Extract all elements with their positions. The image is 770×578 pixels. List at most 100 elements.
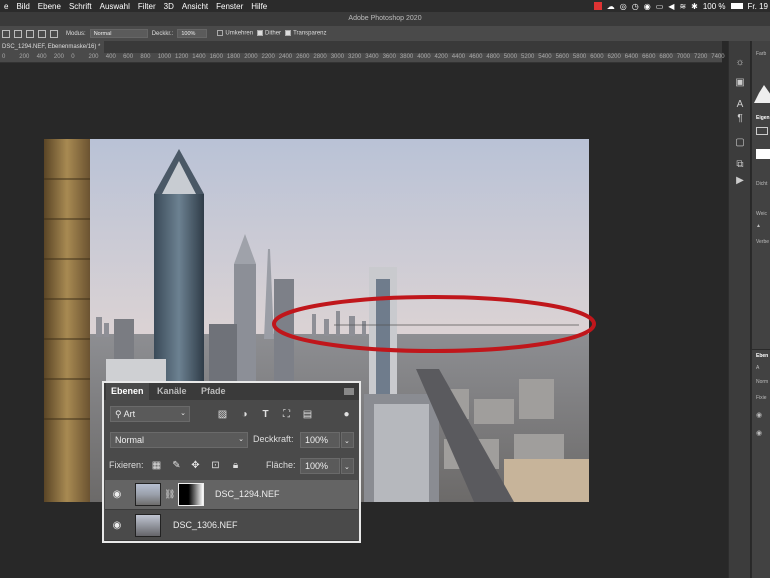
lock-transparent-pixels-icon[interactable]: ▦ xyxy=(150,459,163,472)
lock-artboard-icon[interactable]: ⊡ xyxy=(209,459,222,472)
blend-mode-select[interactable]: Normal ⌄ xyxy=(110,432,248,448)
feather-slider-handle[interactable]: ▲ xyxy=(756,223,761,229)
ruler-tick-label: 1600 xyxy=(209,54,223,60)
tab-channels[interactable]: Kanäle xyxy=(152,383,192,400)
menu-item-edit[interactable]: e xyxy=(0,2,12,11)
lock-all-icon[interactable]: 🔒︎ xyxy=(229,459,242,472)
ruler-tick-label: 600 xyxy=(123,54,134,60)
document-tab[interactable]: DSC_1294.NEF, Ebenenmaske/16) * xyxy=(0,41,105,53)
ruler-tick-label: 3200 xyxy=(348,54,362,60)
lock-position-icon[interactable]: ✥ xyxy=(189,459,202,472)
right-panel-dock: ☼ ▣ A ¶ ▢ ⧉ ▶ xyxy=(728,41,750,578)
character-icon[interactable]: A xyxy=(733,99,747,111)
panel-menu-icon[interactable] xyxy=(344,388,354,395)
speaker-icon[interactable]: ◀ xyxy=(668,2,674,11)
menu-item-type[interactable]: Schrift xyxy=(65,2,96,11)
swatches-icon[interactable]: ⧉ xyxy=(733,159,747,171)
menu-item-window[interactable]: Fenster xyxy=(212,2,247,11)
tab-layers[interactable]: Ebenen xyxy=(106,383,149,400)
gradient-reflected-icon[interactable] xyxy=(38,29,46,38)
eye-icon-mini-2[interactable]: ◉ xyxy=(756,429,762,437)
layer-mask-thumbnail[interactable] xyxy=(178,483,204,506)
transparency-option[interactable]: Transparenz xyxy=(285,30,327,37)
reverse-checkbox[interactable] xyxy=(217,30,224,37)
blend-mode-mini[interactable]: Norm xyxy=(756,379,768,385)
lock-image-pixels-icon[interactable]: ✎ xyxy=(170,459,183,472)
opacity-select[interactable]: 100% xyxy=(177,29,208,38)
layer-row-dsc-1306[interactable]: ◉ DSC_1306.NEF xyxy=(105,511,358,541)
cloud-icon[interactable]: ☁ xyxy=(607,2,615,11)
layer-filter-mini[interactable]: A xyxy=(756,365,759,371)
power-icon[interactable]: ◉ xyxy=(644,2,651,11)
wifi-icon[interactable]: ≋ xyxy=(679,2,686,11)
visibility-eye-icon[interactable]: ◉ xyxy=(111,489,123,501)
gradient-radial-icon[interactable] xyxy=(14,29,22,38)
fill-input[interactable]: 100% xyxy=(300,458,340,474)
pixel-layer-filter-icon[interactable]: ▨ xyxy=(216,408,229,421)
dither-checkbox[interactable] xyxy=(257,30,264,37)
type-layer-filter-icon[interactable]: T xyxy=(259,408,272,421)
mirror-icon[interactable]: ▭ xyxy=(656,2,664,11)
ruler-tick-label: 2800 xyxy=(313,54,327,60)
menu-item-filter[interactable]: Filter xyxy=(134,2,160,11)
ruler-tick-label: 7200 xyxy=(694,54,708,60)
layers-panel: Ebenen Kanäle Pfade ⚲ Art ⌄ ▨ ◑ T ⛶ ▤ ● … xyxy=(102,381,361,543)
opacity-label: Deckkraft: xyxy=(253,434,294,444)
ruler-tick-label: 4200 xyxy=(434,54,448,60)
ruler-tick-label: 5800 xyxy=(572,54,587,60)
cc-icon[interactable]: ◎ xyxy=(620,2,627,11)
chain-link-icon[interactable]: ⛓ xyxy=(164,489,175,500)
sun-icon[interactable]: ☼ xyxy=(733,57,747,69)
layer-filter-row: ⚲ Art ⌄ ▨ ◑ T ⛶ ▤ ● xyxy=(104,405,359,423)
menu-item-image[interactable]: Bild xyxy=(12,2,33,11)
ruler-tick-label: 200 xyxy=(19,54,30,60)
opacity-dropdown[interactable]: ⌄ xyxy=(341,432,354,448)
menu-item-select[interactable]: Auswahl xyxy=(96,2,134,11)
layer-row-dsc-1294[interactable]: ◉ ⛓ DSC_1294.NEF xyxy=(105,480,358,510)
layer-name[interactable]: DSC_1306.NEF xyxy=(173,520,238,530)
menubar-clock[interactable]: Fr. 19 xyxy=(748,2,768,11)
reverse-option[interactable]: Umkehren xyxy=(217,30,253,37)
opacity-input[interactable]: 100% xyxy=(300,432,340,448)
ruler-tick-label: 800 xyxy=(140,54,151,60)
mask-thumbnail-icon[interactable] xyxy=(756,127,768,135)
transparency-checkbox[interactable] xyxy=(285,30,292,37)
menu-item-layer[interactable]: Ebene xyxy=(34,2,65,11)
gradient-linear-icon[interactable] xyxy=(2,29,10,38)
mask-preview xyxy=(756,149,770,159)
mode-select[interactable]: Normal xyxy=(89,29,148,38)
paragraph-icon[interactable]: ¶ xyxy=(733,113,747,125)
gradient-angle-icon[interactable] xyxy=(26,29,34,38)
adjustments-icon[interactable]: ▣ xyxy=(733,77,747,89)
libraries-icon[interactable]: ▢ xyxy=(733,137,747,149)
shape-layer-filter-icon[interactable]: ⛶ xyxy=(280,408,293,421)
battery-icon[interactable] xyxy=(730,3,743,9)
fill-dropdown[interactable]: ⌄ xyxy=(341,458,354,474)
menu-item-3d[interactable]: 3D xyxy=(160,2,178,11)
lock-label-mini: Fixie xyxy=(756,395,767,401)
layer-name[interactable]: DSC_1294.NEF xyxy=(215,489,280,499)
ruler-tick-label: 0 xyxy=(2,54,6,60)
gradient-diamond-icon[interactable] xyxy=(50,29,58,38)
ruler-tick-label: 4600 xyxy=(469,54,483,60)
tab-paths[interactable]: Pfade xyxy=(196,383,231,400)
ruler-tick-label: 1800 xyxy=(226,54,241,60)
clock-icon[interactable]: ◷ xyxy=(632,2,639,11)
visibility-eye-icon[interactable]: ◉ xyxy=(111,520,123,532)
bluetooth-icon[interactable]: ✱ xyxy=(691,2,698,11)
ruler-tick-label: 3400 xyxy=(365,54,379,60)
layer-kind-filter[interactable]: ⚲ Art ⌄ xyxy=(110,406,190,422)
eye-icon-mini-1[interactable]: ◉ xyxy=(756,411,762,419)
smart-object-filter-icon[interactable]: ▤ xyxy=(301,408,314,421)
chevron-down-icon: ⌄ xyxy=(344,438,350,445)
adjustment-layer-filter-icon[interactable]: ◑ xyxy=(238,408,251,421)
menu-item-view[interactable]: Ansicht xyxy=(178,2,212,11)
horizontal-ruler[interactable]: 0 200 400 200 0 200 400 600 800 1000 1200 1400 1600 1… xyxy=(0,53,725,63)
play-icon[interactable]: ▶ xyxy=(733,175,747,187)
dither-option[interactable]: Dither xyxy=(257,30,281,37)
opacity-value: 100% xyxy=(305,435,329,445)
menu-item-help[interactable]: Hilfe xyxy=(247,2,271,11)
status-red-icon[interactable] xyxy=(593,2,602,10)
filter-toggle-icon[interactable]: ● xyxy=(340,408,353,421)
refine-label: Verbe xyxy=(756,239,770,245)
